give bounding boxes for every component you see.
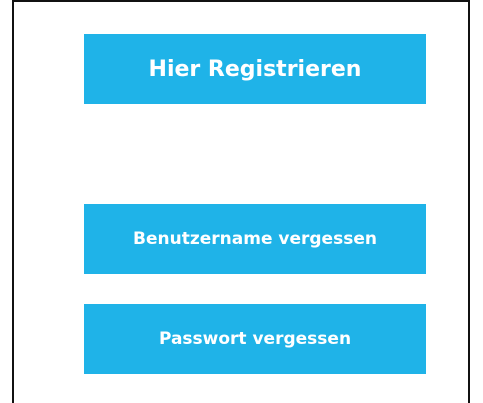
- page-frame: Hier Registrieren Benutzername vergessen…: [12, 0, 470, 403]
- register-button[interactable]: Hier Registrieren: [84, 34, 426, 104]
- forgot-username-button[interactable]: Benutzername vergessen: [84, 204, 426, 274]
- forgot-password-button[interactable]: Passwort vergessen: [84, 304, 426, 374]
